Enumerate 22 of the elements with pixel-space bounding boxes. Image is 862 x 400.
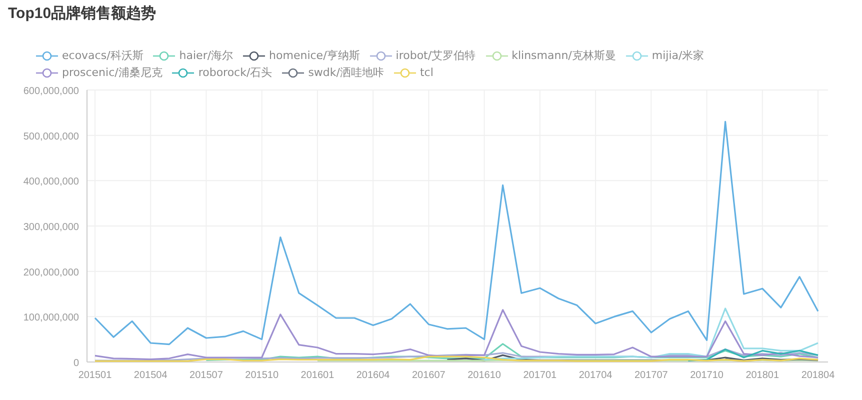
axis-label: 200,000,000: [23, 267, 79, 278]
axis-label: 201710: [690, 370, 724, 380]
axis-label: 201607: [412, 370, 446, 380]
axis-label: 201704: [578, 370, 612, 380]
axis-label: 0: [73, 358, 79, 369]
axis-label: 400,000,000: [23, 176, 79, 188]
axis-label: 201604: [356, 370, 390, 380]
axis-label: 500,000,000: [23, 131, 79, 142]
axis-label: 201501: [78, 370, 112, 380]
axis-label: 201707: [634, 370, 668, 380]
axis-label: 201504: [134, 370, 168, 380]
axis-label: 300,000,000: [23, 222, 79, 233]
axis-label: 201701: [523, 370, 557, 380]
axis-label: 100,000,000: [23, 312, 79, 324]
axis-label: 201610: [468, 370, 501, 380]
axis-label: 201510: [245, 370, 279, 380]
chart-title: Top10品牌销售额趋势: [8, 4, 158, 24]
axis-label: 201801: [746, 370, 780, 380]
axis-label: 201804: [801, 370, 835, 380]
axis-label: 201507: [190, 370, 223, 380]
axis-label: 201601: [300, 370, 334, 380]
axis-label: 600,000,000: [23, 86, 79, 97]
